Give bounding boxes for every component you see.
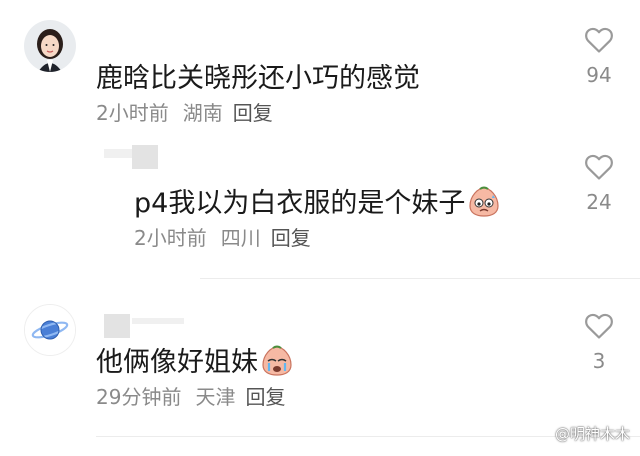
like-count: 94	[586, 63, 612, 87]
comment-meta: 2小时前 四川 回复	[134, 226, 311, 250]
like-button[interactable]: 94	[579, 26, 619, 86]
comment-meta: 2小时前 湖南 回复	[96, 101, 273, 125]
comment-text: 他俩像好姐妹	[96, 345, 294, 380]
comment-item: 他俩像好姐妹 29分钟前 天津 回复 3	[0, 300, 640, 456]
heart-outline-icon	[585, 154, 613, 180]
comment-time: 29分钟前	[96, 385, 182, 409]
reply-item: p4我以为白衣服的是个妹子 2小时前 四川 回复 24	[0, 140, 640, 280]
avatar[interactable]	[24, 304, 76, 356]
like-button[interactable]: 24	[579, 153, 619, 213]
comment-text: p4我以为白衣服的是个妹子	[134, 186, 501, 221]
comment-region: 天津	[195, 385, 236, 409]
heart-outline-icon	[585, 27, 613, 53]
reply-button[interactable]: 回复	[271, 226, 311, 250]
planet-icon	[25, 305, 75, 355]
masked-username-trail	[132, 318, 184, 324]
watermark: @明神木木	[554, 425, 630, 443]
like-count: 3	[592, 349, 606, 373]
reply-button[interactable]: 回复	[245, 385, 285, 409]
crying-face-emoji	[469, 186, 499, 217]
avatar[interactable]	[24, 20, 76, 72]
comment-region: 湖南	[182, 101, 223, 125]
masked-avatar	[132, 145, 158, 169]
divider	[200, 278, 640, 279]
comment-text: 鹿晗比关晓彤还小巧的感觉	[96, 63, 420, 94]
masked-username	[104, 149, 132, 158]
comment-text-body: p4我以为白衣服的是个妹子	[134, 188, 466, 219]
comment-meta: 29分钟前 天津 回复	[96, 385, 285, 409]
masked-username	[104, 314, 130, 338]
comment-time: 2小时前	[134, 226, 207, 250]
comment-list: 鹿晗比关晓彤还小巧的感觉 2小时前湖南回复 94 p4我以为白衣服的是个妹子	[0, 0, 640, 456]
heart-outline-icon	[585, 313, 613, 339]
reply-button[interactable]: 回复	[233, 101, 273, 125]
comment-item: 鹿晗比关晓彤还小巧的感觉 2小时前 湖南 回复 94	[0, 0, 640, 140]
comment-time: 2小时前	[96, 101, 169, 125]
comment-text-body: 他俩像好姐妹	[96, 347, 258, 378]
comment-region: 四川	[220, 226, 261, 250]
like-button[interactable]: 3	[579, 312, 619, 372]
crying-face-emoji	[262, 345, 292, 376]
like-count: 24	[586, 190, 612, 214]
